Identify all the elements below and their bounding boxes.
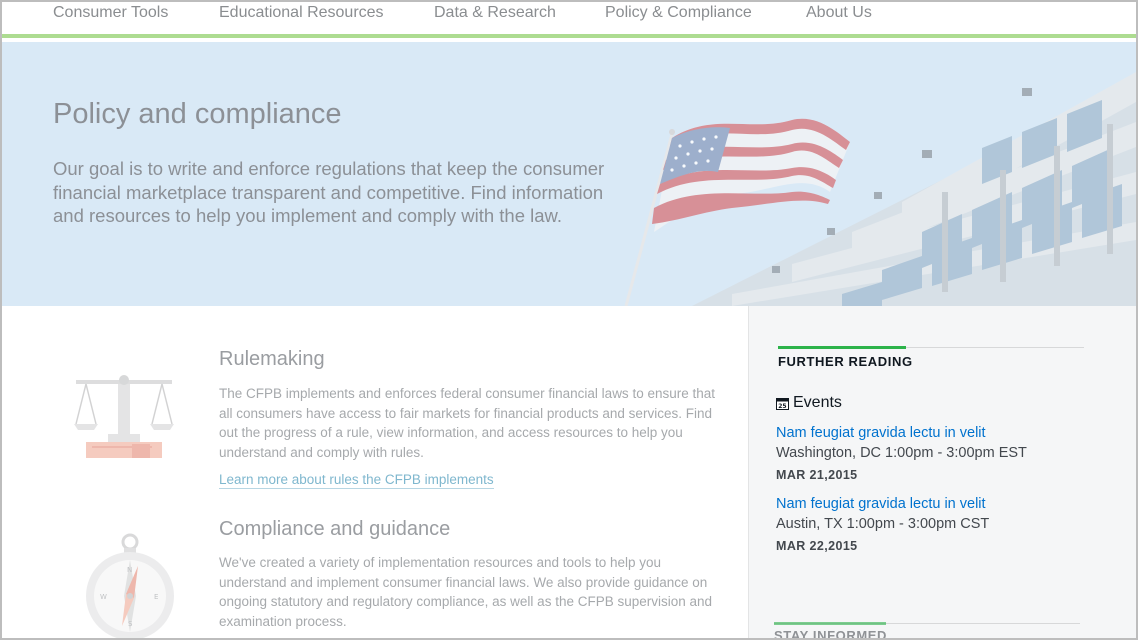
heading-accent-bar: [778, 346, 906, 349]
nav-item-consumer-tools[interactable]: Consumer Tools: [53, 4, 168, 22]
hero-description: Our goal is to write and enforce regulat…: [53, 158, 605, 226]
top-nav: Consumer Tools Educational Resources Dat…: [2, 0, 1136, 38]
calendar-day-number: 25: [778, 403, 786, 410]
event-title-link[interactable]: Nam feugiat gravida lectu in velit: [776, 496, 986, 512]
svg-text:S: S: [128, 620, 133, 628]
svg-text:E: E: [154, 593, 158, 601]
rulemaking-learn-more-link[interactable]: Learn more about rules the CFPB implemen…: [219, 471, 494, 489]
nav-item-policy-compliance[interactable]: Policy & Compliance: [605, 4, 752, 22]
event-location: Washington, DC 1:00pm - 3:00pm EST: [776, 445, 1027, 461]
event-date: MAR 21,2015: [776, 468, 858, 482]
section-title-compliance: Compliance and guidance: [219, 518, 451, 540]
nav-item-data-research[interactable]: Data & Research: [434, 4, 556, 22]
page-title: Policy and compliance: [53, 98, 342, 130]
main-content: Rulemaking The CFPB implements and enfor…: [2, 306, 748, 638]
section-text-compliance: We've created a variety of implementatio…: [219, 555, 713, 629]
building-flag-illustration: [624, 72, 1136, 306]
nav-item-educational-resources[interactable]: Educational Resources: [219, 4, 384, 22]
event-location: Austin, TX 1:00pm - 3:00pm CST: [776, 516, 990, 532]
svg-text:W: W: [100, 593, 107, 601]
hero-banner: Policy and compliance Our goal is to wri…: [2, 42, 1136, 306]
further-reading-sidebar: FURTHER READING 25 Events Nam feugiat gr…: [748, 306, 1136, 640]
svg-text:N: N: [127, 566, 132, 574]
calendar-icon: 25: [776, 397, 789, 410]
nav-item-about-us[interactable]: About Us: [806, 4, 872, 22]
event-date: MAR 22,2015: [776, 539, 858, 553]
events-heading-label: Events: [793, 394, 842, 411]
section-text-rulemaking: The CFPB implements and enforces federal…: [219, 386, 715, 460]
compass-icon: N W E S: [86, 533, 174, 638]
stay-informed-heading: STAY INFORMED: [774, 628, 888, 640]
events-heading: 25 Events: [776, 394, 842, 412]
event-title-link[interactable]: Nam feugiat gravida lectu in velit: [776, 425, 986, 441]
scales-icon: [74, 375, 174, 458]
heading-accent-bar: [774, 622, 886, 625]
section-title-rulemaking: Rulemaking: [219, 348, 325, 370]
further-reading-heading: FURTHER READING: [778, 354, 913, 369]
